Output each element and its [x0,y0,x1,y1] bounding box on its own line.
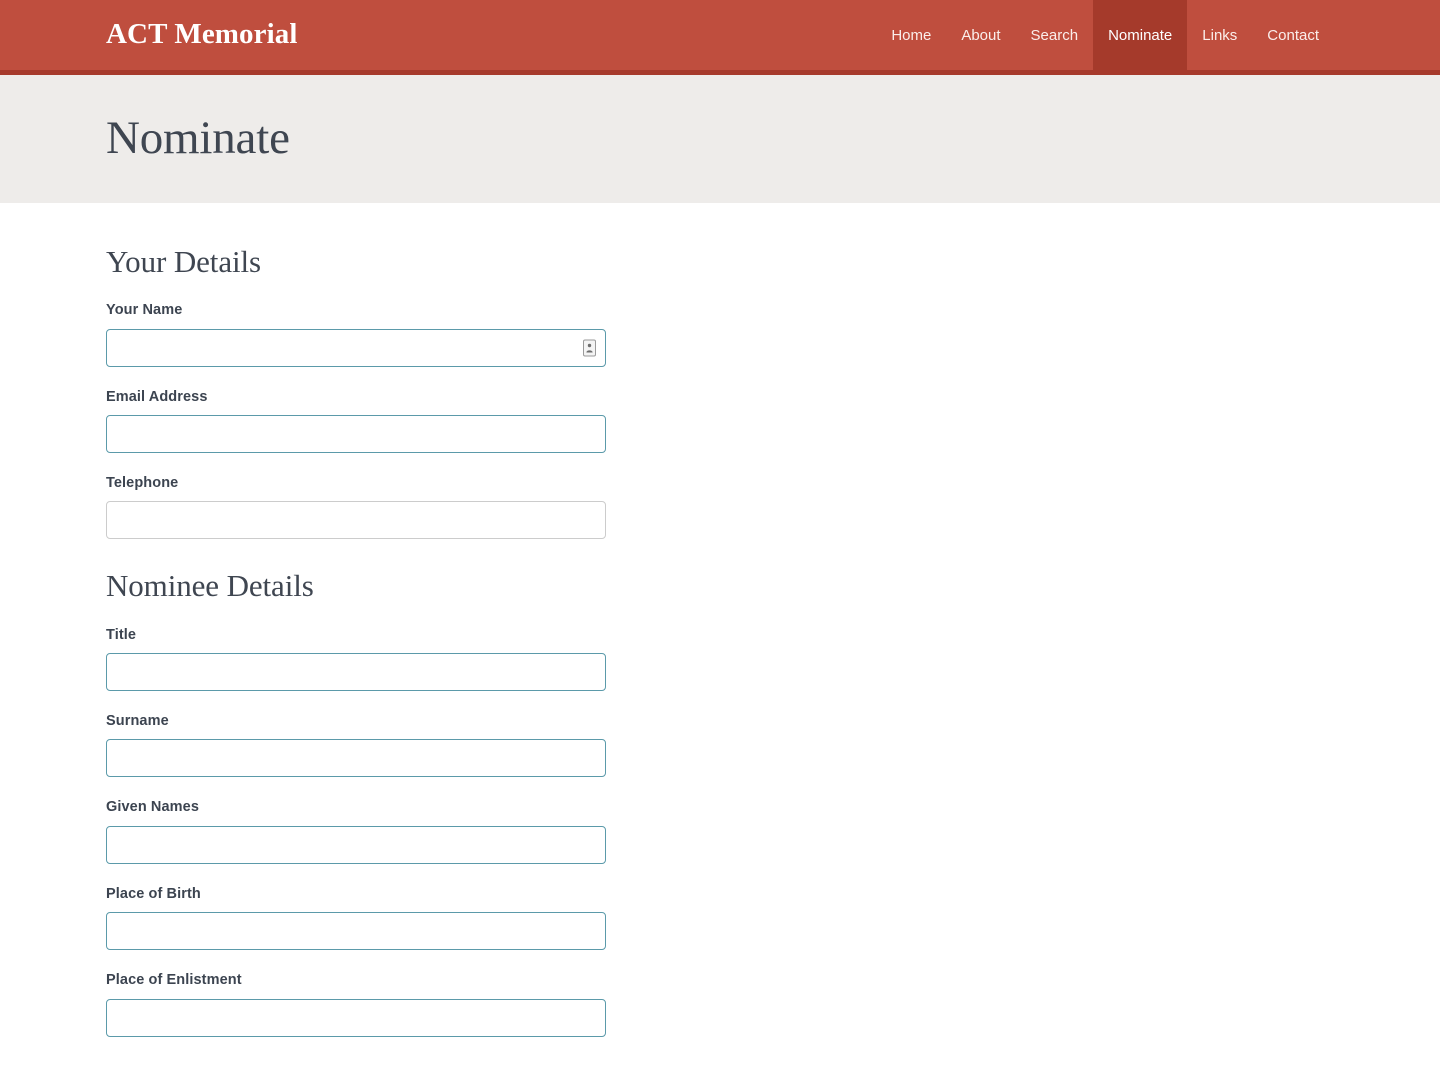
site-brand-link[interactable]: ACT Memorial [106,19,298,49]
given-names-input[interactable] [107,826,605,863]
field-label-telephone: Telephone [106,474,179,491]
field-label-email-address: Email Address [106,388,208,405]
field-label-title: Title [106,626,137,643]
place-of-enlistment-input[interactable] [107,999,605,1036]
telephone-input[interactable] [107,502,605,539]
field-label-place-of-enlistment: Place of Enlistment [106,972,242,989]
field-label-surname: Surname [106,712,169,729]
field-telephone: Telephone [106,474,606,540]
nav-item-links[interactable]: Links [1187,0,1252,70]
field-label-your-name: Your Name [106,302,183,319]
field-email-address: Email Address [106,389,606,453]
hero-inner: Nominate [0,112,1440,165]
nav-item-nominate[interactable]: Nominate [1093,0,1188,70]
field-place-of-enlistment: Place of Enlistment [106,972,606,1037]
field-place-of-birth: Place of Birth [106,885,606,951]
title-input[interactable] [107,653,605,690]
place-of-birth-input[interactable] [107,913,605,950]
header-inner: ACT Memorial Home About Search Nominate … [0,0,1440,70]
main-content: Your Details Your Name Email Address Tel… [0,203,1440,1037]
surname-input[interactable] [107,740,605,777]
field-your-name: Your Name [106,302,606,367]
nomination-form: Your Details Your Name Email Address Tel… [106,203,606,1037]
input-wrapper-telephone[interactable] [106,501,606,540]
input-wrapper-surname[interactable] [106,739,606,778]
input-wrapper-your-name[interactable] [106,328,606,367]
input-wrapper-email-address[interactable] [106,414,606,453]
input-wrapper-place-of-enlistment[interactable] [106,998,606,1037]
field-label-given-names: Given Names [106,799,199,816]
field-title: Title [106,627,606,691]
field-given-names: Given Names [106,799,606,864]
input-wrapper-place-of-birth[interactable] [106,912,606,951]
section-heading-your-details: Your Details [106,244,261,279]
main-navigation: Home About Search Nominate Links Contact [876,0,1334,70]
nav-item-about[interactable]: About [946,0,1015,70]
section-heading-nominee-details: Nominee Details [106,568,314,604]
field-surname: Surname [106,712,606,778]
email-address-input[interactable] [107,415,605,452]
field-label-place-of-birth: Place of Birth [106,885,201,902]
your-name-input[interactable] [107,329,605,366]
site-header: ACT Memorial Home About Search Nominate … [0,0,1440,75]
nav-item-contact[interactable]: Contact [1252,0,1334,70]
input-wrapper-given-names[interactable] [106,825,606,864]
nav-item-home[interactable]: Home [876,0,946,70]
input-wrapper-title[interactable] [106,652,606,691]
page-hero-band: Nominate [0,75,1440,203]
nav-item-search[interactable]: Search [1016,0,1094,70]
section-nominee-details: Nominee Details Title Surname Given Name… [106,539,606,1037]
section-your-details: Your Details Your Name Email Address Tel… [106,203,606,540]
page-title: Nominate [106,112,290,165]
